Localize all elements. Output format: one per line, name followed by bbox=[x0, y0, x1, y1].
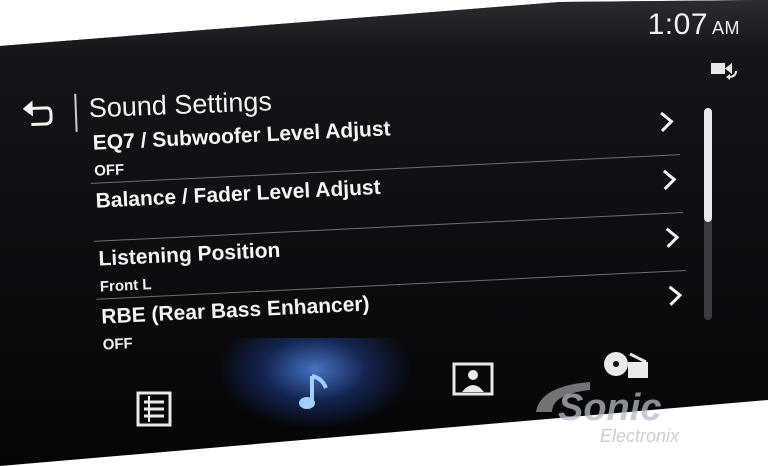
list-item-label: Listening Position bbox=[97, 238, 281, 271]
screen: 1:07 AM Sound Settings EQ7 / Subwoofer Le… bbox=[0, 0, 768, 466]
list-item-value: OFF bbox=[93, 161, 125, 180]
tab-audio[interactable] bbox=[296, 370, 336, 416]
display-image-icon bbox=[452, 362, 494, 396]
settings-list: EQ7 / Subwoofer Level Adjust OFF Balance… bbox=[88, 97, 689, 357]
clock: 1:07 AM bbox=[648, 8, 740, 42]
back-button[interactable] bbox=[18, 97, 57, 132]
disc-settings-icon bbox=[604, 352, 648, 378]
clock-time: 1:07 bbox=[647, 8, 708, 41]
source-return-icon[interactable] bbox=[710, 60, 738, 80]
list-item-label: Balance / Fader Level Adjust bbox=[95, 175, 382, 213]
chevron-right-icon bbox=[665, 227, 680, 248]
tab-settings[interactable] bbox=[602, 348, 650, 384]
list-item-label: EQ7 / Subwoofer Level Adjust bbox=[92, 117, 391, 155]
tab-display[interactable] bbox=[452, 362, 494, 398]
clock-ampm: AM bbox=[712, 18, 740, 38]
back-arrow-icon bbox=[22, 99, 53, 126]
scrollbar[interactable] bbox=[704, 108, 712, 320]
status-bar: 1:07 AM bbox=[0, 0, 768, 50]
watermark-sub: Electronix bbox=[600, 426, 680, 446]
head-unit-display: 1:07 AM Sound Settings EQ7 / Subwoofer Le… bbox=[0, 0, 768, 466]
chevron-right-icon bbox=[660, 111, 674, 133]
list-item-label: RBE (Rear Bass Enhancer) bbox=[100, 292, 371, 329]
scrollbar-thumb[interactable] bbox=[704, 108, 712, 222]
music-note-icon bbox=[299, 374, 328, 409]
chevron-right-icon bbox=[668, 285, 683, 306]
bottom-tab-bar bbox=[0, 330, 768, 466]
header-divider bbox=[74, 93, 78, 132]
list-icon bbox=[136, 391, 172, 427]
chevron-right-icon bbox=[662, 169, 677, 190]
tab-list[interactable] bbox=[134, 390, 174, 430]
list-item-value: Front L bbox=[99, 276, 152, 296]
